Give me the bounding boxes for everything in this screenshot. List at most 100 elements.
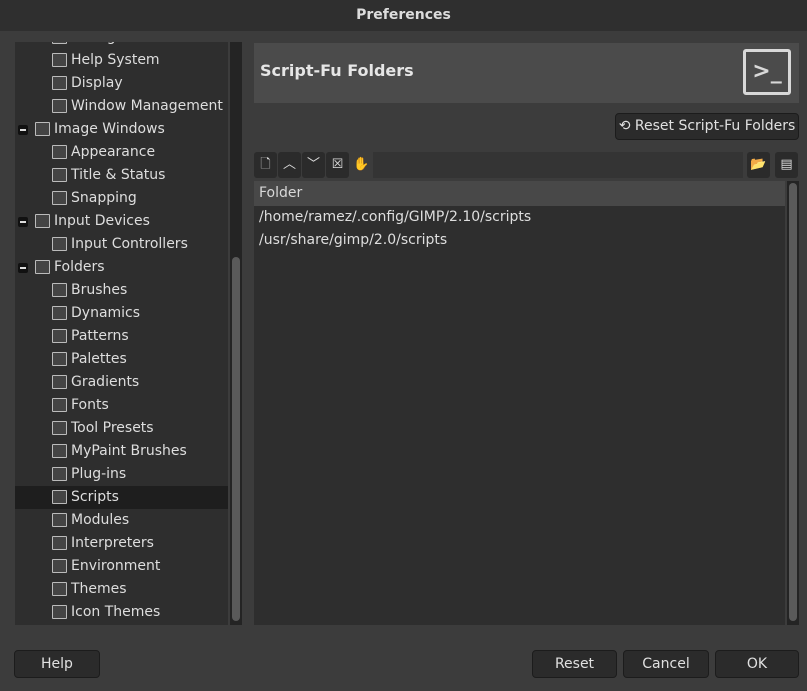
tree-item-label: Scripts <box>71 489 119 505</box>
preferences-tree[interactable]: Dialog Defaults Help System Display Window … <box>15 42 228 625</box>
tree-item-dialog-defaults[interactable]: Dialog Defaults <box>15 42 228 49</box>
tree-item-label: Dynamics <box>71 305 141 321</box>
tree-item-themes[interactable]: Themes <box>15 578 228 601</box>
list-item[interactable]: /home/ramez/.config/GIMP/2.10/scripts <box>254 206 785 229</box>
column-header-folder[interactable]: Folder <box>254 181 785 206</box>
page-title: Script-Fu Folders <box>260 61 414 80</box>
tree-item-mypaint-brushes[interactable]: MyPaint Brushes <box>15 440 228 463</box>
reset-button[interactable]: Reset <box>532 650 617 678</box>
delete-icon: ☒ <box>331 157 344 172</box>
category-icon <box>52 444 67 458</box>
tree-item-title-status[interactable]: Title & Status <box>15 164 228 187</box>
tree-item-plug-ins[interactable]: Plug-ins <box>15 463 228 486</box>
category-icon <box>52 237 67 251</box>
tree-item-display[interactable]: Display <box>15 72 228 95</box>
list-item[interactable]: /usr/share/gimp/2.0/scripts <box>254 229 785 252</box>
collapse-expander-icon[interactable] <box>18 263 28 273</box>
tree-item-label: Dialog Defaults <box>71 42 179 49</box>
category-icon <box>52 421 67 435</box>
tree-item-help-system[interactable]: Help System <box>15 49 228 72</box>
tree-item-gradients[interactable]: Gradients <box>15 371 228 394</box>
category-icon <box>52 352 67 366</box>
category-icon <box>52 605 67 619</box>
tree-item-label: Palettes <box>71 351 127 367</box>
tree-item-modules[interactable]: Modules <box>15 509 228 532</box>
tree-item-image-windows[interactable]: Image Windows <box>15 118 228 141</box>
tree-item-label: Snapping <box>71 190 137 206</box>
tree-item-input-devices[interactable]: Input Devices <box>15 210 228 233</box>
move-down-button[interactable]: ﹀ <box>302 152 325 178</box>
ok-button[interactable]: OK <box>715 650 799 678</box>
tree-item-appearance[interactable]: Appearance <box>15 141 228 164</box>
category-icon <box>52 375 67 389</box>
tree-scrollbar-thumb[interactable] <box>232 257 240 621</box>
tree-item-label: MyPaint Brushes <box>71 443 187 459</box>
tree-item-patterns[interactable]: Patterns <box>15 325 228 348</box>
category-icon <box>35 260 50 274</box>
tree-item-dynamics[interactable]: Dynamics <box>15 302 228 325</box>
chevron-up-icon: ︿ <box>282 157 296 172</box>
tree-scrollbar[interactable] <box>230 42 242 625</box>
script-folder-icon: >_ <box>743 49 791 95</box>
category-icon <box>52 398 67 412</box>
collapse-expander-icon[interactable] <box>18 125 28 135</box>
category-icon <box>35 214 50 228</box>
tree-item-label: Input Devices <box>54 213 150 229</box>
move-up-button[interactable]: ︿ <box>278 152 301 178</box>
category-icon <box>52 536 67 550</box>
list-scrollbar-thumb[interactable] <box>789 183 797 621</box>
writable-toggle[interactable]: ✋ <box>350 152 373 178</box>
category-icon <box>52 168 67 182</box>
tree-item-tool-presets[interactable]: Tool Presets <box>15 417 228 440</box>
tree-item-snapping[interactable]: Snapping <box>15 187 228 210</box>
delete-folder-button[interactable]: ☒ <box>326 152 349 178</box>
folder-path-input[interactable] <box>373 152 743 178</box>
tree-item-folders[interactable]: Folders <box>15 256 228 279</box>
tree-item-environment[interactable]: Environment <box>15 555 228 578</box>
category-icon <box>52 53 67 67</box>
tree-item-palettes[interactable]: Palettes <box>15 348 228 371</box>
tree-item-label: Themes <box>71 581 127 597</box>
browse-folder-button[interactable]: 📂 <box>747 152 770 178</box>
tree-item-label: Interpreters <box>71 535 154 551</box>
category-icon <box>52 490 67 504</box>
category-icon <box>52 329 67 343</box>
tree-item-label: Fonts <box>71 397 109 413</box>
category-icon <box>52 582 67 596</box>
tree-item-input-controllers[interactable]: Input Controllers <box>15 233 228 256</box>
tree-item-label: Appearance <box>71 144 156 160</box>
window-title: Preferences <box>0 0 807 31</box>
tree-item-icon-themes[interactable]: Icon Themes <box>15 601 228 624</box>
chevron-down-icon: ﹀ <box>306 157 320 172</box>
tree-item-label: Patterns <box>71 328 129 344</box>
new-file-icon: 🗋 <box>260 157 271 172</box>
category-icon <box>52 76 67 90</box>
tree-item-label: Input Controllers <box>71 236 188 252</box>
tree-item-label: Icon Themes <box>71 604 161 620</box>
category-icon <box>52 467 67 481</box>
folder-list[interactable]: Folder /home/ramez/.config/GIMP/2.10/scr… <box>254 181 785 625</box>
tree-item-fonts[interactable]: Fonts <box>15 394 228 417</box>
tree-item-label: Display <box>71 75 123 91</box>
reset-script-fu-folders-button[interactable]: ⟲ Reset Script-Fu Folders <box>615 113 799 140</box>
tree-item-label: Gradients <box>71 374 140 390</box>
tree-item-brushes[interactable]: Brushes <box>15 279 228 302</box>
reset-folders-label: Reset Script-Fu Folders <box>634 118 796 134</box>
tree-item-label: Modules <box>71 512 130 528</box>
tree-item-label: Environment <box>71 558 161 574</box>
cancel-button[interactable]: Cancel <box>623 650 709 678</box>
category-icon <box>52 145 67 159</box>
thumb-down-icon: ✋ <box>353 157 370 172</box>
list-scrollbar[interactable] <box>787 181 799 625</box>
collapse-expander-icon[interactable] <box>18 217 28 227</box>
tree-item-label: Image Windows <box>54 121 165 137</box>
category-icon <box>52 283 67 297</box>
tree-item-interpreters[interactable]: Interpreters <box>15 532 228 555</box>
tree-item-scripts[interactable]: Scripts <box>15 486 228 509</box>
file-cabinet-button[interactable]: ▤ <box>775 152 798 178</box>
tree-item-window-management[interactable]: Window Management <box>15 95 228 118</box>
new-folder-button[interactable]: 🗋 <box>254 152 277 178</box>
file-cabinet-icon: ▤ <box>780 157 793 172</box>
tree-item-label: Brushes <box>71 282 128 298</box>
help-button[interactable]: Help <box>14 650 100 678</box>
